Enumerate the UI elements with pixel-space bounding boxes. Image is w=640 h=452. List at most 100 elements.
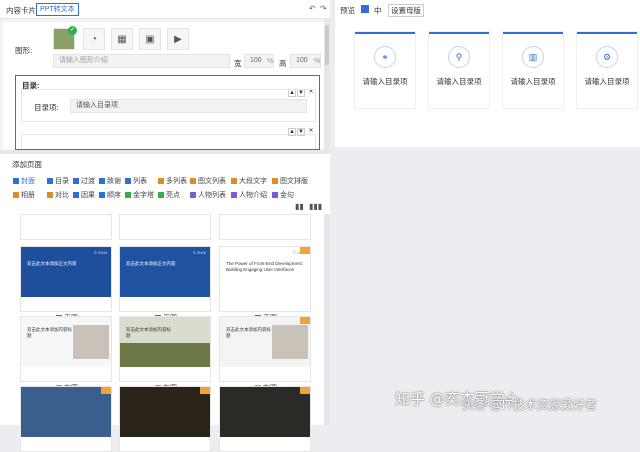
image-icon[interactable]: ▣ (139, 28, 161, 50)
template-thumbnail (21, 215, 111, 225)
height-unit: % (314, 58, 321, 65)
page-type-tag[interactable]: 相册 (13, 190, 35, 200)
add-page-panel: 添加页面 封面 目录 过渡 致谢 列表 多列表 图文列表 大段文字 图文排版 相册 对比 因果 顺序 金字… (0, 154, 330, 452)
editor-topbar: 内容卡片 PPT转文本 ↶ ↷ (0, 0, 330, 19)
undo-icon[interactable]: ↶ (309, 4, 316, 13)
template-text: 双击此文本添加内容标题 (226, 327, 271, 338)
watermark-toutiao: 头条 @IT技术资源爱好者 (462, 398, 597, 412)
shape-intro-input[interactable]: 请输入图形介绍 (53, 54, 230, 68)
redo-icon[interactable]: ↷ (320, 4, 327, 13)
template-card[interactable]: 双击此文本添加内容标题 (219, 316, 311, 382)
page-type-tag[interactable]: 顺序 (99, 190, 121, 200)
video-icon[interactable]: ▶ (167, 28, 189, 50)
size-tab[interactable]: 中 (374, 5, 382, 16)
template-text: 双击此文本添加内容标题 (126, 327, 171, 338)
page-type-tag[interactable]: 目录 (47, 176, 69, 186)
tag-label: 相册 (21, 192, 35, 199)
directory-preview-card[interactable]: ⚙ 请输入目录项 (577, 32, 637, 108)
page-type-tag[interactable]: 人物列表 (190, 190, 226, 200)
template-card[interactable] (20, 214, 112, 240)
grid-large-icon[interactable]: ▮▮ (295, 202, 304, 211)
tag-color-icon (272, 192, 278, 198)
template-card[interactable]: 双击此文本添加内容标题 (119, 316, 211, 382)
page-type-tag[interactable]: 过渡 (73, 176, 95, 186)
page-type-tag[interactable]: 因果 (73, 190, 95, 200)
tag-color-icon (73, 192, 79, 198)
link-icon: ⚭ (374, 46, 396, 68)
tag-color-icon (158, 192, 164, 198)
directory-item-row (21, 134, 316, 149)
share-icon: ⚲ (448, 46, 470, 68)
vip-corner-icon (300, 387, 310, 394)
left-editor: 内容卡片 PPT转文本 ↶ ↷ 图形: ✓ ◔ ▦ ▣ ▶ 请输入图形介绍 宽 … (0, 0, 330, 452)
tag-color-icon (125, 178, 131, 184)
template-brand: © ZhiXi (192, 250, 206, 255)
tag-label: 因果 (81, 192, 95, 199)
page-type-tag[interactable]: 封面 (13, 176, 35, 186)
color-swatch[interactable] (361, 5, 369, 13)
directory-block: 目录: ▲ ▼ ✕ 目录项: 请输入目录项 ▲ ▼ ✕ (15, 75, 320, 150)
tag-label: 列表 (133, 178, 147, 185)
tag-label: 目录 (55, 178, 69, 185)
template-card[interactable] (119, 214, 211, 240)
ppt-to-text-button[interactable]: PPT转文本 (36, 3, 79, 16)
tag-label: 顺序 (107, 192, 121, 199)
template-thumbnail: 双击此文本添加正文内容 © ZhiXi (120, 247, 210, 297)
chart-pie-icon[interactable]: ◔ (83, 28, 105, 50)
directory-preview-label: 请输入目录项 (436, 77, 482, 86)
page-type-tag[interactable]: 亮点 (158, 190, 180, 200)
tag-color-icon (13, 178, 19, 184)
directory-item-label: 目录项: (34, 103, 59, 112)
template-card[interactable] (119, 386, 211, 452)
width-unit: % (267, 58, 274, 65)
template-card[interactable]: The Power of Front-End Development: Buil… (219, 246, 311, 312)
template-thumbnail: 双击此文本添加内容标题 (21, 317, 111, 367)
page-type-tag[interactable]: 对比 (47, 190, 69, 200)
master-settings-button[interactable]: 设置母版 (388, 4, 424, 17)
vip-corner-icon (200, 387, 210, 394)
page-type-tag[interactable]: 人物介绍 (231, 190, 267, 200)
template-thumbnail: 双击此文本添加正文内容 © ZhiXi (21, 247, 111, 297)
tag-label: 对比 (55, 192, 69, 199)
tag-color-icon (231, 192, 237, 198)
page-type-tag[interactable]: 金字塔 (125, 190, 154, 200)
scrollbar-thumb[interactable] (325, 25, 329, 65)
page-type-tag[interactable]: 图文排版 (272, 176, 308, 186)
directory-item-input[interactable]: 请输入目录项 (70, 99, 307, 113)
preview-tab[interactable]: 预览 (340, 5, 355, 16)
tag-color-icon (272, 178, 278, 184)
template-thumbnail: The Power of Front-End Development: Buil… (220, 247, 310, 297)
template-card[interactable]: 双击此文本添加正文内容 © ZhiXi (20, 246, 112, 312)
page-type-tag[interactable]: 列表 (125, 176, 147, 186)
template-card[interactable]: 双击此文本添加正文内容 © ZhiXi (119, 246, 211, 312)
grid-small-icon[interactable]: ▮▮▮ (309, 202, 322, 211)
tag-color-icon (158, 178, 164, 184)
page-type-tag[interactable]: 图文列表 (190, 176, 226, 186)
tag-label: 金句 (280, 192, 294, 199)
template-card[interactable] (219, 214, 311, 240)
template-thumbnail (21, 387, 111, 437)
template-photo (272, 325, 308, 359)
tag-label: 大段文字 (239, 178, 267, 185)
template-text: The Power of Front-End Development: Buil… (226, 261, 304, 272)
tag-color-icon (190, 192, 196, 198)
page-type-tag[interactable]: 致谢 (99, 176, 121, 186)
template-card[interactable]: 双击此文本添加内容标题 (20, 316, 112, 382)
shape-image-thumb[interactable]: ✓ (53, 26, 77, 50)
page-type-tag[interactable]: 多列表 (158, 176, 187, 186)
template-photo (73, 325, 109, 359)
page-type-tag[interactable]: 金句 (272, 190, 294, 200)
tag-color-icon (99, 192, 105, 198)
directory-preview-card[interactable]: ⚲ 请输入目录项 (429, 32, 489, 108)
directory-preview-card[interactable]: ▥ 请输入目录项 (503, 32, 563, 108)
editor-scrollbar[interactable] (324, 19, 330, 151)
building-icon: ▥ (522, 46, 544, 68)
page-type-tag[interactable]: 大段文字 (231, 176, 267, 186)
template-scrollbar[interactable] (324, 214, 330, 425)
height-label: 高 (279, 59, 287, 68)
vip-corner-icon (300, 317, 310, 324)
template-card[interactable] (219, 386, 311, 452)
table-icon[interactable]: ▦ (111, 28, 133, 50)
directory-preview-card[interactable]: ⚭ 请输入目录项 (355, 32, 415, 108)
template-card[interactable] (20, 386, 112, 452)
